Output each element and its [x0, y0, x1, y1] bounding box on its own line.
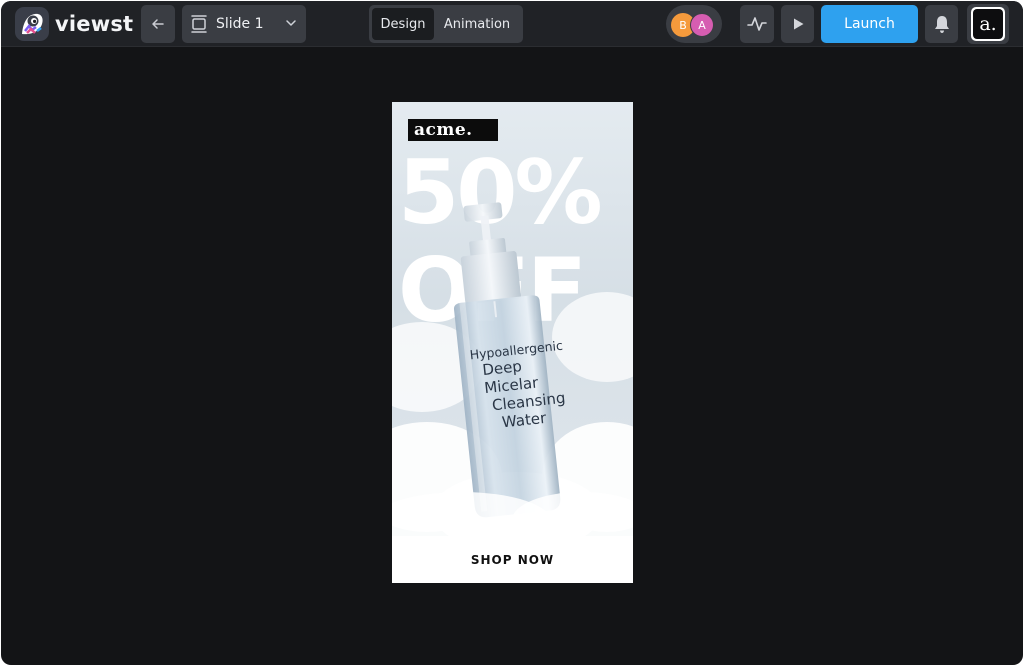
brand-logo: acme. [408, 119, 498, 141]
mode-toggle: Design Animation [369, 5, 523, 43]
play-icon [793, 18, 803, 30]
slide-selector-label: Slide 1 [216, 16, 264, 32]
back-button[interactable] [141, 5, 175, 43]
app-name: viewst [55, 12, 134, 36]
bottle-image [392, 202, 633, 536]
notifications-button[interactable] [925, 5, 958, 43]
shop-now-button[interactable]: SHOP NOW [392, 536, 633, 583]
slide-icon [191, 15, 207, 33]
arrow-left-icon [152, 19, 164, 29]
app-window: viewst Slide 1 Design Animation B A Laun… [1, 1, 1023, 665]
viewst-logo-icon [15, 7, 49, 41]
ad-creative[interactable]: 50% OFF [392, 102, 633, 583]
bottle-label: Hypoallergenic Deep Micelar Cleansing Wa… [464, 335, 592, 434]
slide-selector[interactable]: Slide 1 [182, 5, 306, 43]
account-button[interactable]: a. [967, 4, 1009, 44]
collaborator-avatars[interactable]: B A [666, 5, 722, 43]
activity-button[interactable] [740, 5, 774, 43]
avatar[interactable]: A [690, 13, 714, 37]
bell-icon [934, 16, 949, 33]
ad-background: 50% OFF [392, 102, 633, 536]
tab-design[interactable]: Design [372, 8, 434, 40]
launch-button[interactable]: Launch [821, 5, 918, 43]
preview-button[interactable] [781, 5, 814, 43]
activity-pulse-icon [747, 17, 767, 31]
top-toolbar: viewst Slide 1 Design Animation B A Laun… [1, 1, 1023, 47]
app-logo[interactable]: viewst [15, 7, 133, 41]
account-logo: a. [973, 9, 1003, 39]
tab-animation[interactable]: Animation [434, 8, 520, 40]
chevron-down-icon [286, 20, 296, 26]
